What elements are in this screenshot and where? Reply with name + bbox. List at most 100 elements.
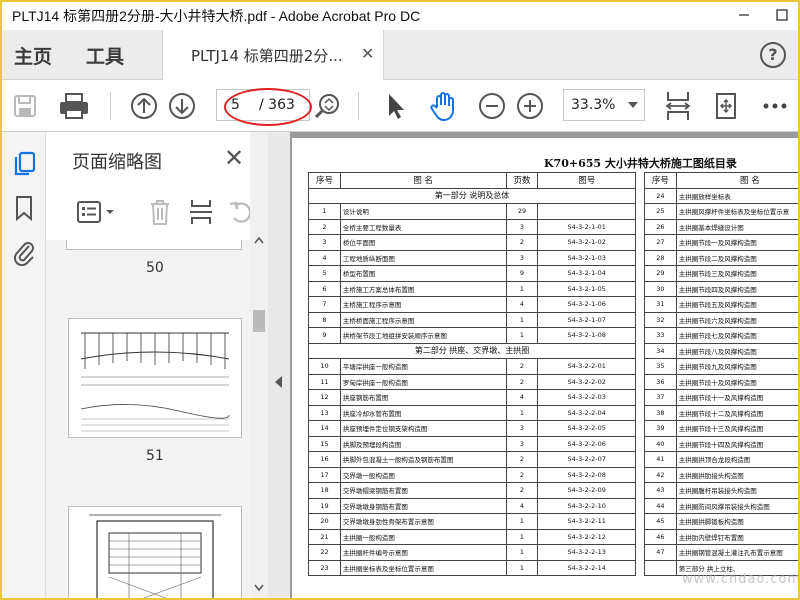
close-panel-icon[interactable]: ✕ bbox=[224, 144, 244, 172]
arrow-up-icon bbox=[131, 93, 157, 119]
row-number: 35 bbox=[644, 358, 677, 375]
maximize-button[interactable] bbox=[770, 5, 794, 25]
zoom-in-button[interactable] bbox=[514, 90, 546, 122]
thumbnail-label: 50 bbox=[146, 260, 164, 276]
thumbnail-page-52[interactable] bbox=[68, 506, 242, 598]
trash-icon[interactable] bbox=[148, 198, 172, 226]
table-row: 13 拱座冷却水管布置图 1 S4-3-2-2-04 bbox=[308, 404, 636, 421]
thumbnail-options-icon[interactable] bbox=[76, 200, 116, 224]
help-button[interactable]: ? bbox=[760, 42, 786, 68]
document-tab-label: PLTJ14 标第四册2分... bbox=[191, 47, 343, 65]
table-row: 24 主拱圈放样坐标表 bbox=[644, 187, 798, 204]
page-count: 4 bbox=[505, 497, 539, 514]
zoom-out-button[interactable] bbox=[476, 90, 508, 122]
drawing-index-table-left: 序号图 名页数 图号 第一部分 说明及总体 1 设计说明 29 2 全桥主要工程数量表 3 S4-… bbox=[308, 172, 636, 576]
drawing-name: 拱脚及预埋段构造图 bbox=[339, 435, 507, 452]
page-count: 29 bbox=[505, 203, 539, 220]
column-header: 序号 bbox=[308, 172, 341, 189]
row-number: 42 bbox=[644, 466, 677, 483]
drawing-name: 交界墩墩身劲性骨架布置示意图 bbox=[339, 513, 507, 530]
thumbnail-list[interactable]: 50 51 bbox=[46, 240, 268, 598]
table-row: 37 主拱圈节段十一及风撑构造图 bbox=[644, 389, 798, 406]
row-number: 29 bbox=[644, 265, 677, 282]
tab-document[interactable]: PLTJ14 标第四册2分... ✕ bbox=[162, 30, 384, 80]
zoom-marquee-button[interactable] bbox=[312, 90, 342, 122]
drawing-name: 主拱圈基本焊缝设计图 bbox=[675, 218, 798, 235]
drawing-name: 拱桥架节段工地组拼安装顺序示意图 bbox=[339, 327, 507, 344]
table-row: 26 主拱圈基本焊缝设计图 bbox=[644, 218, 798, 235]
row-number: 16 bbox=[308, 451, 341, 468]
table-row: 22 主拱圈杆件编号示意图 1 S4-3-2-2-13 bbox=[308, 544, 636, 561]
zoom-value: 33.3% bbox=[571, 97, 616, 113]
table-row: 47 主拱圈钢管混凝土灌注孔布置示意图 bbox=[644, 544, 798, 561]
drawing-code: S4-3-2-2-09 bbox=[537, 482, 636, 499]
drawing-name: 主桥施工方案总体布置图 bbox=[339, 280, 507, 297]
row-number: 27 bbox=[644, 234, 677, 251]
document-title: K70+655 大小井特大桥施工图纸目录 bbox=[544, 157, 737, 170]
drawing-name: 主拱圈节段十一及风撑构造图 bbox=[675, 389, 798, 406]
rotate-view-button[interactable] bbox=[710, 90, 742, 122]
page-count: 1 bbox=[505, 327, 539, 344]
print-button[interactable] bbox=[56, 90, 92, 122]
drawing-name: 主拱圈放样坐标表 bbox=[675, 187, 798, 204]
tab-home[interactable]: 主页 bbox=[14, 42, 52, 69]
row-number: 23 bbox=[308, 559, 341, 576]
minimize-button[interactable] bbox=[732, 5, 756, 25]
attachments-button[interactable] bbox=[11, 238, 37, 266]
drawing-code: S4-3-2-1-02 bbox=[537, 234, 636, 251]
toolbar: 5 / 363 33.3% bbox=[2, 80, 798, 132]
more-tools-button[interactable] bbox=[760, 90, 790, 122]
drawing-name: 主拱圈节段十三及风撑构造图 bbox=[675, 420, 798, 437]
thumbnail-page-50[interactable] bbox=[66, 240, 242, 250]
panel-scrollbar[interactable] bbox=[250, 132, 268, 598]
previous-page-button[interactable] bbox=[128, 90, 160, 122]
column-header: 图 名 bbox=[339, 172, 507, 189]
table-row: 42 主拱圈拱肋接头构造图 bbox=[644, 466, 798, 483]
fit-page-button[interactable] bbox=[662, 90, 694, 122]
page-thumbnails-icon bbox=[14, 151, 36, 176]
page-thumbnails-panel: 页面缩略图 ✕ 50 51 bbox=[46, 132, 268, 598]
bookmarks-button[interactable] bbox=[11, 194, 37, 222]
hand-tool-button[interactable] bbox=[426, 90, 462, 122]
document-view[interactable]: K70+655 大小井特大桥施工图纸目录 序号图 名页数 图号 第一部分 说明及总体… bbox=[290, 132, 798, 598]
drawing-code: S4-3-2-2-07 bbox=[537, 451, 636, 468]
tab-tools[interactable]: 工具 bbox=[86, 42, 124, 69]
select-tool-button[interactable] bbox=[382, 90, 410, 122]
page-count: 1 bbox=[505, 280, 539, 297]
panel-collapse-handle[interactable] bbox=[268, 132, 290, 598]
chevron-up-icon[interactable] bbox=[254, 236, 264, 244]
drawing-code: S4-3-2-2-12 bbox=[537, 528, 636, 545]
drawing-name: 主拱圈钢管混凝土灌注孔布置示意图 bbox=[675, 544, 798, 561]
page-thumbnails-button[interactable] bbox=[11, 150, 37, 178]
drawing-name: 设计说明 bbox=[339, 203, 507, 220]
drawing-code: S4-3-2-2-14 bbox=[537, 559, 636, 576]
drawing-name: 全桥主要工程数量表 bbox=[339, 218, 507, 235]
thumbnail-page-51[interactable] bbox=[68, 318, 242, 438]
row-number: 22 bbox=[308, 544, 341, 561]
insert-pages-icon[interactable] bbox=[188, 198, 214, 226]
column-header: 页数 bbox=[505, 172, 539, 189]
drawing-name: 交界墩帽梁钢筋布置图 bbox=[339, 482, 507, 499]
row-number: 34 bbox=[644, 342, 677, 359]
page-count: 2 bbox=[505, 234, 539, 251]
drawing-code bbox=[537, 203, 636, 220]
drawing-name: 拱脚外包混凝土一般构造及钢筋布置图 bbox=[339, 451, 507, 468]
row-number: 43 bbox=[644, 482, 677, 499]
row-number: 21 bbox=[308, 528, 341, 545]
collapse-panel-icon[interactable] bbox=[275, 376, 282, 388]
next-page-button[interactable] bbox=[166, 90, 198, 122]
table-row: 34 主拱圈节段八及风撑构造图 bbox=[644, 342, 798, 359]
save-button[interactable] bbox=[10, 90, 40, 122]
drawing-name: 主拱圈节段十及风撑构造图 bbox=[675, 373, 798, 390]
table-row: 39 主拱圈节段十三及风撑构造图 bbox=[644, 420, 798, 437]
row-number: 3 bbox=[308, 234, 341, 251]
drawing-code: S4-3-2-1-07 bbox=[537, 311, 636, 328]
chevron-down-icon[interactable] bbox=[254, 584, 264, 592]
scrollbar-thumb[interactable] bbox=[253, 310, 265, 332]
table-row: 36 主拱圈节段十及风撑构造图 bbox=[644, 373, 798, 390]
table-row: 38 主拱圈节段十二及风撑构造图 bbox=[644, 404, 798, 421]
close-tab-icon[interactable]: ✕ bbox=[361, 44, 374, 63]
table-row: 15 拱脚及预埋段构造图 3 S4-3-2-2-06 bbox=[308, 435, 636, 452]
table-row: 9 拱桥架节段工地组拼安装顺序示意图 1 S4-3-2-1-08 bbox=[308, 327, 636, 344]
zoom-level-select[interactable]: 33.3% bbox=[563, 89, 645, 121]
